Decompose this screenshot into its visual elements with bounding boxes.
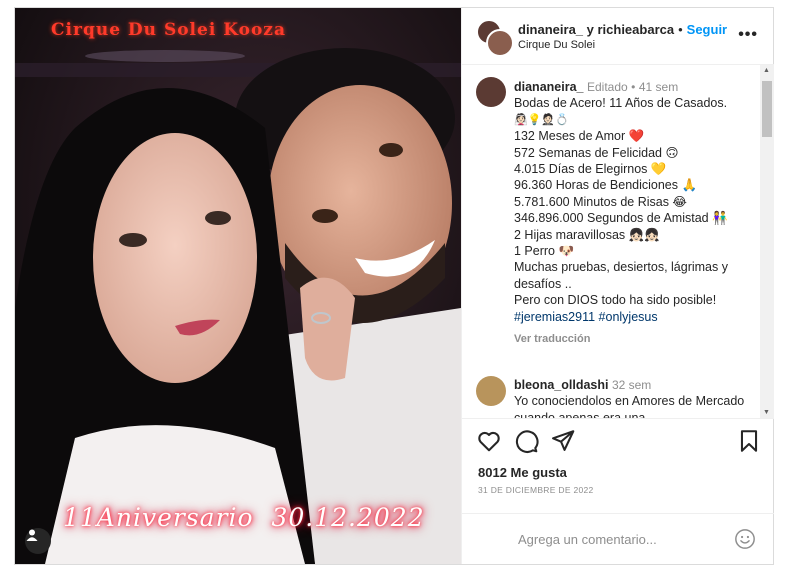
caption-line: 1 Perro 🐶 <box>514 244 575 259</box>
caption-line: 572 Semanas de Felicidad 🙃 <box>514 145 679 160</box>
caption-line: Pero con DIOS todo ha sido posible! <box>514 293 717 308</box>
caption-line: Muchas pruebas, desiertos, lágrimas y de… <box>514 260 728 291</box>
couple-photo-illustration <box>15 8 461 564</box>
caption-line: 96.360 Horas de Bendiciones 🙏 <box>514 178 698 193</box>
author-avatars[interactable] <box>476 19 514 57</box>
caption-line: 132 Meses de Amor ❤️ <box>514 129 645 144</box>
post-caption: diananeira_ Editado • 41 sem Bodas de Ac… <box>514 79 754 348</box>
scroll-up-arrow-icon[interactable]: ▲ <box>763 67 770 74</box>
user-icon <box>26 529 38 541</box>
caption-line: 346.896.000 Segundos de Amistad 👫 <box>514 211 728 226</box>
post-actions <box>462 428 774 458</box>
photo-caption-text: 11Aniversario 30.12.2022 <box>63 503 425 532</box>
save-bookmark-icon[interactable] <box>736 428 762 454</box>
separator-dot: • <box>678 22 683 37</box>
follow-button[interactable]: Seguir <box>687 22 727 37</box>
comment-input[interactable]: Agrega un comentario... <box>518 532 657 547</box>
post-header: dinaneira_ y richieabarca • Seguir Cirque … <box>462 8 774 65</box>
edited-label: Editado <box>586 80 628 94</box>
likes-count[interactable]: 8012 Me gusta <box>478 465 567 480</box>
post-photo[interactable]: Cirque Du Solei Kooza 11Aniversario 30.1… <box>15 8 461 564</box>
author-usernames-link[interactable]: dinaneira_ y richieabarca <box>518 22 674 37</box>
avatar[interactable] <box>476 77 506 107</box>
share-send-icon[interactable] <box>550 428 576 454</box>
caption-username-link[interactable]: diananeira_ <box>514 80 583 94</box>
post-dialog: Cirque Du Solei Kooza 11Aniversario 30.1… <box>14 7 774 565</box>
tagged-users-button[interactable] <box>25 528 51 554</box>
add-comment-bar: Agrega un comentario... <box>462 513 774 565</box>
avatar[interactable] <box>476 376 506 406</box>
separator-dot: • <box>631 80 636 94</box>
comments-area[interactable]: diananeira_ Editado • 41 sem Bodas de Ac… <box>462 65 774 419</box>
scroll-down-arrow-icon[interactable]: ▼ <box>763 409 770 416</box>
post-date: 31 DE DICIEMBRE DE 2022 <box>478 485 594 495</box>
like-heart-icon[interactable] <box>476 428 502 454</box>
post-side-panel: dinaneira_ y richieabarca • Seguir Cirque … <box>461 8 774 564</box>
comment-bubble-icon[interactable] <box>513 428 539 454</box>
caption-line: 4.015 Días de Elegirnos 💛 <box>514 162 667 177</box>
location-link[interactable]: Cirque Du Solei <box>518 39 595 51</box>
emoji-smiley-icon[interactable] <box>734 528 756 555</box>
comment-item: bleona_olldashi 32 sem Yo conociendolos … <box>514 377 754 419</box>
comment-text: Yo conociendolos en Amores de Mercado cu… <box>514 394 745 419</box>
author-line: dinaneira_ y richieabarca • Seguir <box>518 22 727 37</box>
see-translation-button[interactable]: Ver traducción <box>514 331 754 347</box>
photo-title-text: Cirque Du Solei Kooza <box>51 20 286 40</box>
avatar[interactable] <box>486 29 514 57</box>
caption-line: 👰🏻💡🤵🏻💍 <box>514 113 569 126</box>
caption-line: 5.781.600 Minutos de Risas 😂 <box>514 194 688 209</box>
caption-hashtags-link[interactable]: #jeremias2911 #onlyjesus <box>514 309 754 325</box>
caption-line: 2 Hijas maravillosas 👧🏻👧🏻 <box>514 227 660 242</box>
scrollbar-thumb[interactable] <box>762 81 772 137</box>
caption-time: 41 sem <box>638 80 679 94</box>
comment-time: 32 sem <box>611 378 652 392</box>
caption-line: Bodas de Acero! 11 Años de Casados. <box>514 96 728 111</box>
comment-username-link[interactable]: bleona_olldashi <box>514 378 608 392</box>
comments-scrollbar[interactable]: ▲ ▼ <box>760 65 774 418</box>
more-horizontal-icon[interactable]: ••• <box>738 26 758 44</box>
